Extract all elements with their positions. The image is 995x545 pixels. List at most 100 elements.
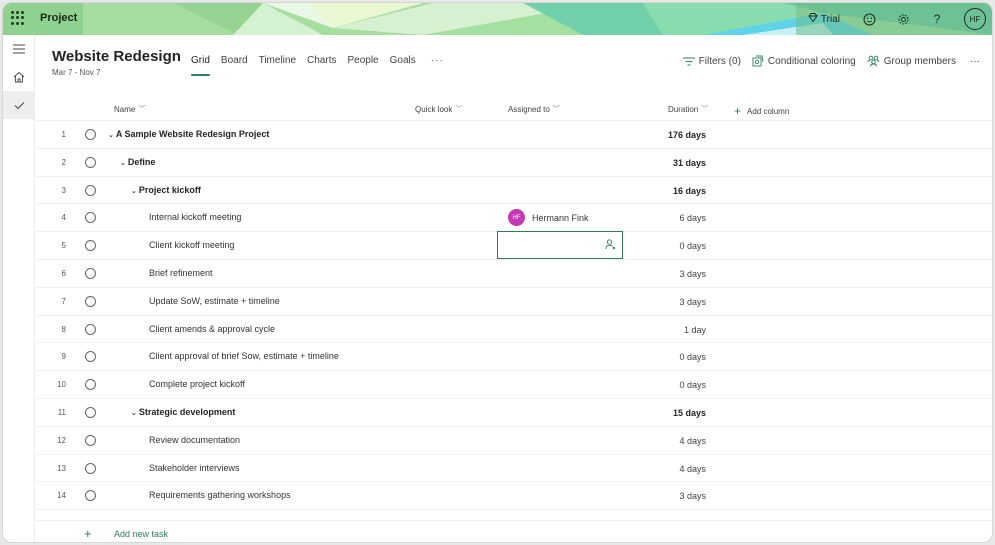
task-complete-checkbox[interactable] [85,406,96,418]
task-complete-checkbox[interactable] [85,490,96,502]
task-duration[interactable]: 1 day [684,325,706,335]
chevron-down-icon[interactable]: ⌄ [131,410,137,417]
task-name[interactable]: ⌄ Define [120,157,155,167]
tab-people[interactable]: People [347,55,378,66]
row-number: 13 [57,463,66,473]
table-row[interactable]: 14 Requirements gathering workshops 3 days [36,482,992,511]
chevron-down-icon[interactable]: ⌄ [108,132,114,139]
task-complete-checkbox[interactable] [85,462,96,474]
task-duration[interactable]: 3 days [679,297,706,307]
app-launcher-icon[interactable] [11,11,25,25]
task-name[interactable]: Update SoW, estimate + timeline [149,296,280,306]
task-name[interactable]: Client kickoff meeting [149,240,234,250]
task-complete-checkbox[interactable] [85,323,96,335]
table-row[interactable]: 7 Update SoW, estimate + timeline 3 days [36,288,992,316]
view-tabs: Grid Board Timeline Charts People Goals … [191,55,455,76]
task-name[interactable]: Internal kickoff meeting [149,212,241,222]
task-duration[interactable]: 4 days [679,464,706,474]
task-duration[interactable]: 15 days [673,408,706,418]
assignee-input[interactable] [497,231,623,260]
task-complete-checkbox[interactable] [85,212,96,224]
task-complete-checkbox[interactable] [85,240,96,252]
tab-goals[interactable]: Goals [390,55,416,66]
task-name[interactable]: ⌄ A Sample Website Redesign Project [108,129,269,139]
task-duration[interactable]: 31 days [673,158,706,168]
table-row[interactable]: 8 Client amends & approval cycle 1 day [36,316,992,344]
task-duration[interactable]: 176 days [668,130,706,140]
task-complete-checkbox[interactable] [85,434,96,446]
task-name-text: Client approval of brief Sow, estimate +… [149,351,339,362]
gear-icon[interactable] [896,12,910,26]
chevron-down-icon[interactable]: ⌄ [131,188,137,195]
table-row[interactable]: 11 ⌄ Strategic development 15 days [36,399,992,427]
table-row[interactable]: 10 Complete project kickoff 0 days [36,371,992,399]
task-name[interactable]: Review documentation [149,435,240,445]
task-complete-checkbox[interactable] [85,129,96,140]
app-name: Project [40,12,78,24]
add-column-button[interactable]: + Add column [734,104,789,118]
conditional-coloring-button[interactable]: Conditional coloring [752,55,856,67]
assignee[interactable]: HF Hermann Fink [508,209,589,227]
task-complete-checkbox[interactable] [85,295,96,307]
task-name[interactable]: Requirements gathering workshops [149,490,291,500]
task-name[interactable]: ⌄ Strategic development [131,407,235,417]
task-duration[interactable]: 0 days [679,241,706,251]
column-header-assigned-to[interactable]: Assigned to ﹀ [508,104,560,114]
diamond-icon [808,13,818,25]
smiley-icon[interactable] [862,12,876,26]
trial-button[interactable]: Trial [808,13,840,25]
add-task-row[interactable]: + Add new task [36,520,992,542]
task-duration[interactable]: 0 days [679,380,706,390]
table-row[interactable]: 3 ⌄ Project kickoff 16 days [36,177,992,205]
task-name[interactable]: Brief refinement [149,268,213,278]
task-duration[interactable]: 6 days [679,213,706,223]
table-row[interactable]: 6 Brief refinement 3 days [36,260,992,288]
task-complete-checkbox[interactable] [85,156,96,168]
task-name-text: Brief refinement [149,267,213,278]
tab-board[interactable]: Board [221,55,248,66]
task-name-text: Review documentation [149,434,241,445]
help-icon[interactable]: ? [930,12,944,26]
task-complete-checkbox[interactable] [85,379,96,391]
tabs-more-button[interactable]: ··· [431,55,444,66]
task-complete-checkbox[interactable] [85,267,96,279]
tab-charts[interactable]: Charts [307,55,336,66]
table-row[interactable]: 12 Review documentation 4 days [36,427,992,455]
user-avatar[interactable]: HF [964,8,986,30]
column-header-name[interactable]: Name ﹀ [114,104,145,114]
task-duration[interactable]: 16 days [673,186,706,196]
more-actions-button[interactable]: ··· [970,56,980,67]
table-row[interactable]: 1 ⌄ A Sample Website Redesign Project 176 d… [36,121,992,149]
tasks-icon[interactable] [3,91,35,119]
filters-button[interactable]: Filters (0) [682,56,741,67]
task-duration[interactable]: 3 days [679,491,706,501]
tab-grid[interactable]: Grid [191,55,210,76]
tab-timeline[interactable]: Timeline [259,55,296,66]
task-name[interactable]: Client approval of brief Sow, estimate +… [149,351,339,361]
table-row[interactable]: 13 Stakeholder interviews 4 days [36,455,992,483]
task-name[interactable]: Stakeholder interviews [149,463,240,473]
table-row[interactable]: 4 Internal kickoff meeting HF Hermann Fink 6… [36,204,992,233]
plus-icon: + [734,104,742,118]
task-name[interactable]: Complete project kickoff [149,379,245,389]
task-complete-checkbox[interactable] [85,184,96,196]
task-duration[interactable]: 3 days [679,269,706,279]
task-name[interactable]: ⌄ Project kickoff [131,185,201,195]
chevron-down-icon: ﹀ [701,106,709,113]
column-header-duration[interactable]: Duration ﹀ [668,104,708,114]
table-row[interactable]: 9 Client approval of brief Sow, estimate … [36,343,992,372]
table-row[interactable]: 2 ⌄ Define 31 days [36,149,992,177]
home-icon[interactable] [3,63,35,91]
group-members-button[interactable]: Group members [867,55,956,67]
menu-icon[interactable] [3,35,35,63]
task-name[interactable]: Client amends & approval cycle [149,324,275,334]
chevron-down-icon[interactable]: ⌄ [120,160,126,167]
table-row[interactable]: 5 Client kickoff meeting 0 days [36,231,992,260]
column-quick-look-label: Quick look [415,104,453,114]
column-header-quick-look[interactable]: Quick look ﹀ [415,104,462,114]
task-duration[interactable]: 4 days [679,436,706,446]
row-number: 10 [57,380,66,390]
assign-person-icon[interactable] [605,239,616,252]
task-complete-checkbox[interactable] [85,351,96,363]
task-duration[interactable]: 0 days [679,352,706,362]
